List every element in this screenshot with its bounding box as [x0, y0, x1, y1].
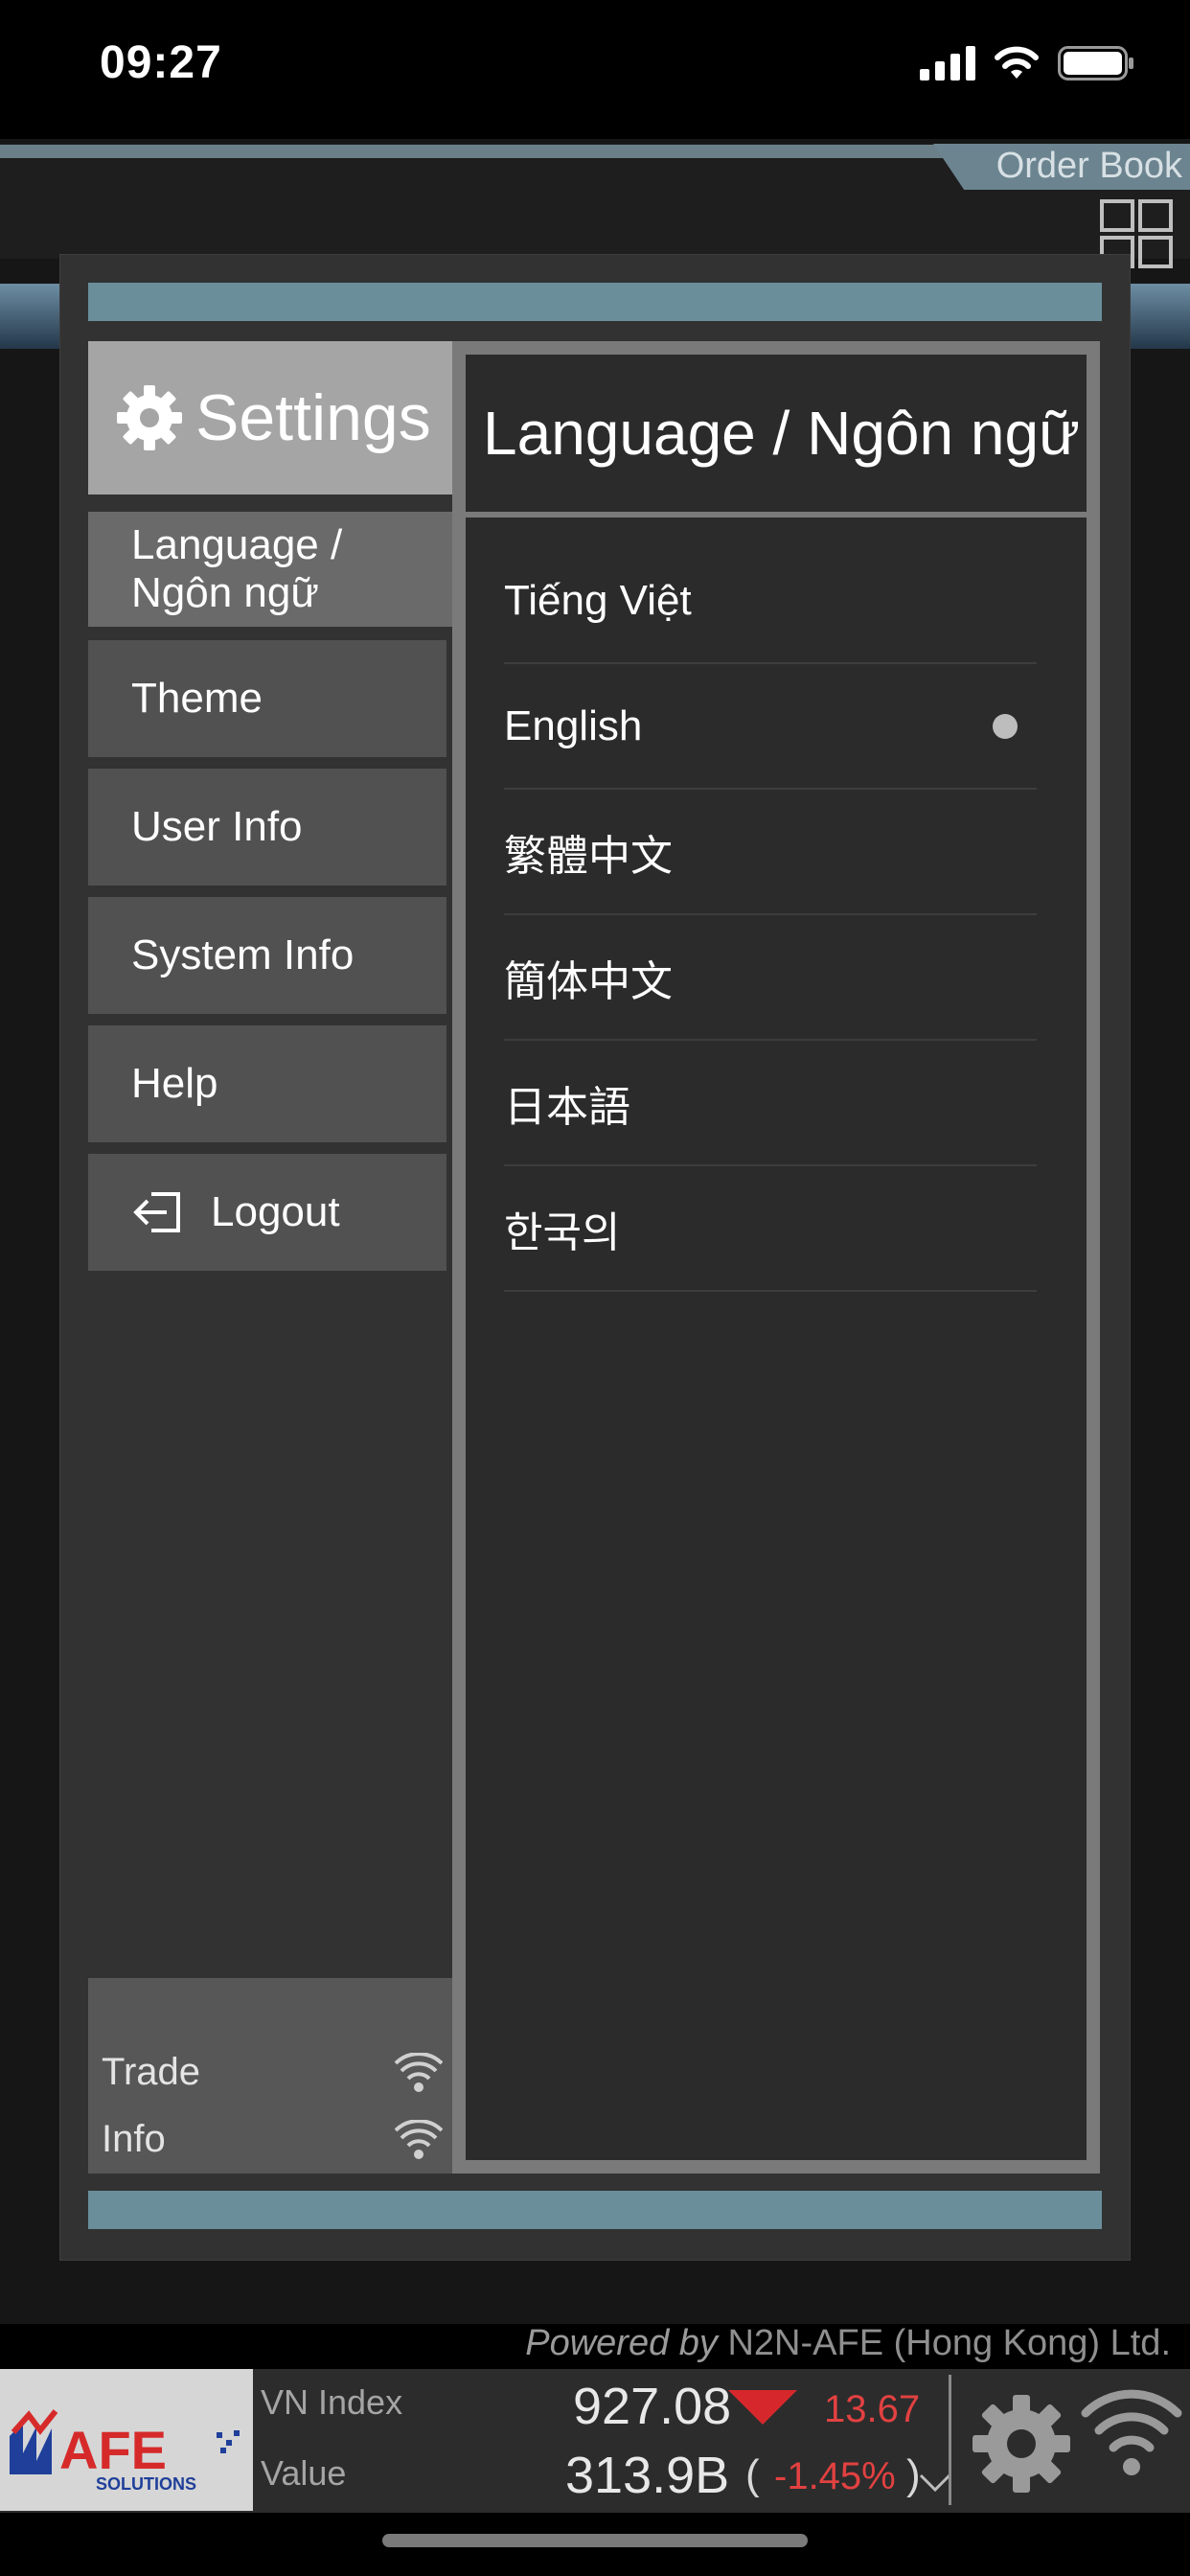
logout-label: Logout	[211, 1188, 340, 1235]
language-option-english[interactable]: English	[504, 664, 1037, 790]
language-option-simplified-chinese[interactable]: 簡体中文	[504, 915, 1037, 1041]
trade-connection-label: Trade	[102, 2051, 201, 2093]
value-open-paren: (	[745, 2451, 760, 2498]
info-wifi-icon	[395, 2120, 443, 2159]
menu-item-help[interactable]: Help	[88, 1025, 446, 1142]
menu-item-theme[interactable]: Theme	[88, 640, 446, 757]
afe-logo: AFE SOLUTIONS	[0, 2369, 253, 2511]
header-accent-line	[0, 145, 949, 158]
settings-title: Settings	[195, 381, 431, 454]
wifi-status-icon	[995, 46, 1039, 79]
powered-by-text: Powered by N2N-AFE (Hong Kong) Ltd.	[525, 2323, 1171, 2364]
language-option-label: Tiếng Việt	[504, 576, 692, 624]
vn-index-change: 13.67	[824, 2388, 921, 2430]
settings-header: Settings	[88, 341, 452, 494]
selected-indicator-icon	[993, 713, 1018, 739]
vn-index-label: VN Index	[261, 2382, 403, 2422]
menu-item-user-info[interactable]: User Info	[88, 769, 446, 886]
modal-top-bar	[88, 283, 1102, 321]
battery-icon	[1058, 46, 1133, 80]
language-option-label: 繁體中文	[504, 832, 673, 880]
background-band-left	[0, 284, 59, 349]
powered-by-prefix: Powered by	[525, 2323, 718, 2363]
language-option-vietnamese[interactable]: Tiếng Việt	[504, 539, 1037, 664]
language-option-label: 한국의	[504, 1208, 621, 1256]
vn-index-value: 927.08	[573, 2378, 732, 2435]
value-amount: 313.9B	[565, 2447, 730, 2504]
info-connection-label: Info	[102, 2118, 166, 2160]
trade-wifi-icon	[395, 2053, 443, 2092]
value-change-percent: -1.45%	[774, 2455, 896, 2497]
background-band-right	[1131, 284, 1190, 349]
gear-icon	[117, 385, 182, 450]
language-panel-title: Language / Ngôn ngữ	[483, 399, 1080, 468]
powered-by-company: N2N-AFE (Hong Kong) Ltd.	[727, 2323, 1171, 2363]
home-indicator[interactable]	[382, 2534, 808, 2547]
language-option-traditional-chinese[interactable]: 繁體中文	[504, 790, 1037, 915]
language-option-japanese[interactable]: 日本語	[504, 1041, 1037, 1166]
footer-divider	[949, 2375, 951, 2505]
cellular-signal-icon	[920, 46, 975, 80]
language-panel-header: Language / Ngôn ngữ	[466, 355, 1087, 518]
status-time: 09:27	[100, 37, 222, 88]
afe-logo-subtext: SOLUTIONS	[96, 2474, 196, 2494]
menu-item-logout[interactable]: Logout	[88, 1154, 446, 1271]
modal-bottom-bar	[88, 2191, 1102, 2229]
language-option-korean[interactable]: 한국의	[504, 1166, 1037, 1292]
down-arrow-icon	[728, 2390, 797, 2425]
connection-wifi-icon[interactable]	[1081, 2388, 1182, 2480]
connection-status-box: Trade Info	[88, 1978, 452, 2174]
chevron-down-icon[interactable]	[918, 2472, 952, 2494]
settings-gear-icon[interactable]	[970, 2392, 1073, 2496]
language-option-label: English	[504, 702, 643, 749]
afe-logo-text: AFE	[59, 2420, 167, 2480]
language-option-label: 日本語	[504, 1083, 630, 1131]
logout-icon	[133, 1192, 180, 1232]
order-book-label[interactable]: Order Book	[996, 146, 1182, 187]
value-label: Value	[261, 2453, 347, 2493]
language-panel: Language / Ngôn ngữ Tiếng Việt English 繁…	[452, 341, 1100, 2174]
afe-logo-mark: AFE SOLUTIONS	[10, 2409, 240, 2494]
language-option-label: 簡体中文	[504, 957, 673, 1005]
menu-item-system-info[interactable]: System Info	[88, 897, 446, 1014]
language-list: Tiếng Việt English 繁體中文 簡体中文 日本語 한국의	[504, 539, 1037, 1292]
menu-item-language[interactable]: Language / Ngôn ngữ	[88, 512, 452, 627]
status-bar: 09:27	[0, 0, 1190, 139]
status-icons	[920, 46, 1134, 80]
